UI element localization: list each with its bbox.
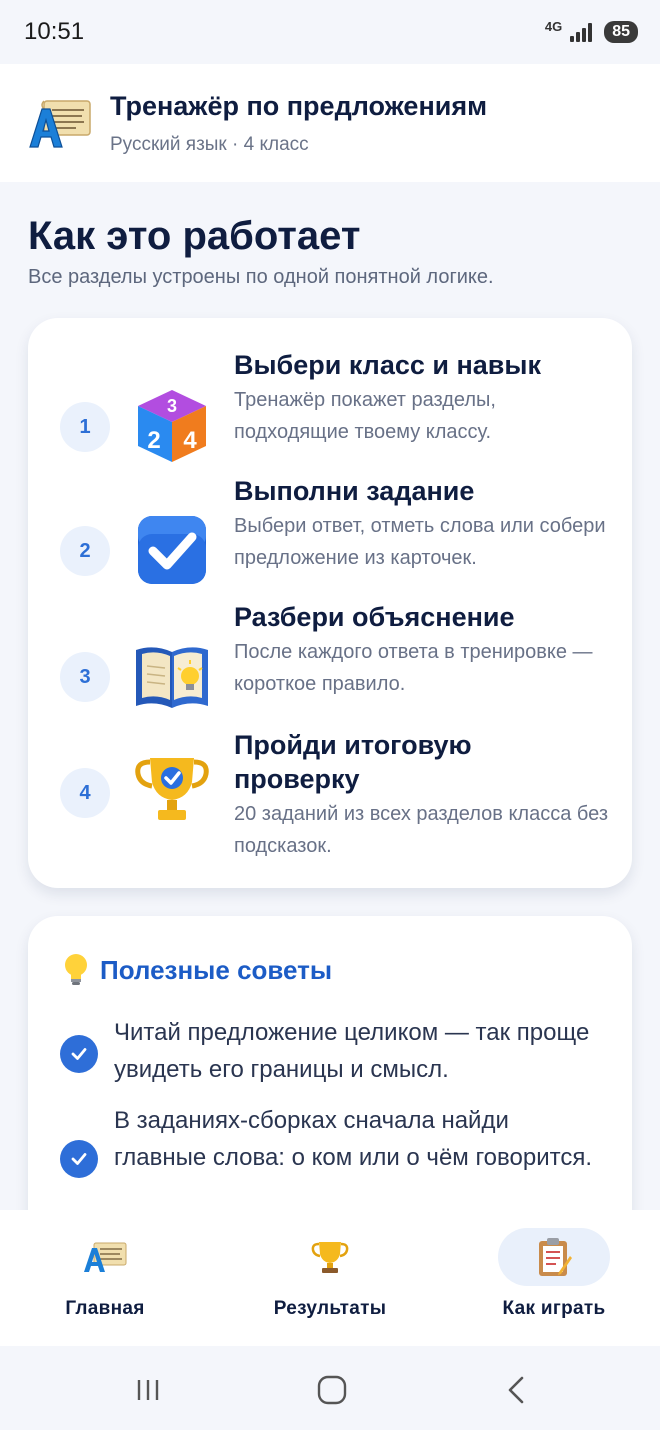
tips-title: Полезные советы [100, 954, 333, 985]
app-header: Тренажёр по предложениям Русский язык · … [0, 64, 660, 182]
main-content[interactable]: Как это работает Все разделы устроены по… [0, 182, 660, 1210]
tip-item: Читай предложение целиком — так проще ув… [60, 1014, 600, 1094]
svg-text:4: 4 [183, 427, 197, 454]
trophy-icon [135, 758, 209, 820]
step-description: 20 заданий из всех разделов класса без п… [234, 803, 608, 857]
step-description: После каждого ответа в тренировке — коро… [234, 641, 593, 695]
check-circle-icon [60, 1140, 98, 1178]
battery-indicator: 85 [604, 21, 638, 43]
app-logo-icon [29, 100, 91, 148]
nav-label: Главная [65, 1298, 145, 1319]
svg-text:2: 2 [147, 427, 160, 454]
tip-text: В заданиях-сборках сначала найди главные… [114, 1107, 592, 1171]
check-circle-icon [60, 1035, 98, 1073]
page-title: Как это работает [28, 214, 361, 258]
tip-item: В заданиях-сборках сначала найди главные… [60, 1102, 600, 1210]
step-item: 3 Разбери объяснение После каждого ответ… [28, 600, 632, 720]
nav-icon-container [274, 1228, 386, 1286]
status-icons: 4G 85 [544, 18, 638, 43]
trophy-icon [311, 1242, 349, 1273]
signal-icon [570, 22, 593, 42]
steps-card: 1 3 2 4 Выбери класс и навык Тренажёр по… [28, 318, 632, 888]
tip-text: Читай предложение целиком — так проще ув… [114, 1019, 590, 1083]
step-number: 1 [60, 402, 110, 452]
abc-book-icon [84, 1242, 127, 1272]
step-item: 1 3 2 4 Выбери класс и навык Тренажёр по… [28, 348, 632, 468]
step-title: Пройди итоговую проверку [234, 730, 472, 794]
step-title: Выбери класс и навык [234, 350, 541, 380]
lightbulb-icon [65, 954, 87, 985]
page-subtitle: Все разделы устроены по одной понятной л… [28, 266, 494, 288]
network-type: 4G [544, 18, 563, 34]
status-bar: 10:51 4G 85 [0, 0, 660, 64]
step-description: Тренажёр покажет разделы, подходящие тво… [234, 389, 496, 443]
nav-label: Результаты [273, 1298, 387, 1319]
app-subtitle: Русский язык · 4 класс [110, 133, 309, 155]
recent-apps-icon[interactable] [128, 1370, 168, 1410]
tips-header: Полезные советы [60, 952, 332, 988]
nav-home[interactable]: Главная [10, 1228, 200, 1338]
dice-icon: 3 2 4 [138, 390, 206, 462]
step-description: Выбери ответ, отметь слова или собери пр… [234, 515, 606, 569]
nav-how-to-play[interactable]: Как играть [459, 1228, 649, 1338]
nav-icon-container [498, 1228, 610, 1286]
header-text: Тренажёр по предложениям Русский язык · … [110, 91, 487, 156]
step-title: Разбери объяснение [234, 602, 515, 632]
step-item: 4 Пройди итоговую проверку 20 заданий из… [28, 728, 632, 878]
step-title: Выполни задание [234, 476, 475, 506]
back-icon[interactable] [496, 1370, 536, 1410]
checkbox-icon [138, 516, 206, 584]
nav-results[interactable]: Результаты [235, 1228, 425, 1338]
nav-label: Как играть [502, 1298, 606, 1319]
app-title: Тренажёр по предложениям [110, 90, 488, 121]
book-bulb-icon [136, 647, 208, 708]
step-number: 2 [60, 526, 110, 576]
nav-icon-container [49, 1228, 161, 1286]
status-time: 10:51 [24, 18, 85, 45]
system-nav-bar [0, 1346, 660, 1430]
svg-text:3: 3 [167, 396, 177, 416]
step-number: 4 [60, 768, 110, 818]
step-number: 3 [60, 652, 110, 702]
step-item: 2 Выполни задание Выбери ответ, отметь с… [28, 474, 632, 594]
clipboard-icon [539, 1238, 572, 1276]
home-icon[interactable] [312, 1370, 352, 1410]
bottom-nav: Главная Результаты Как играть [0, 1210, 660, 1346]
tips-card: Полезные советы Читай предложение целико… [28, 916, 632, 1210]
